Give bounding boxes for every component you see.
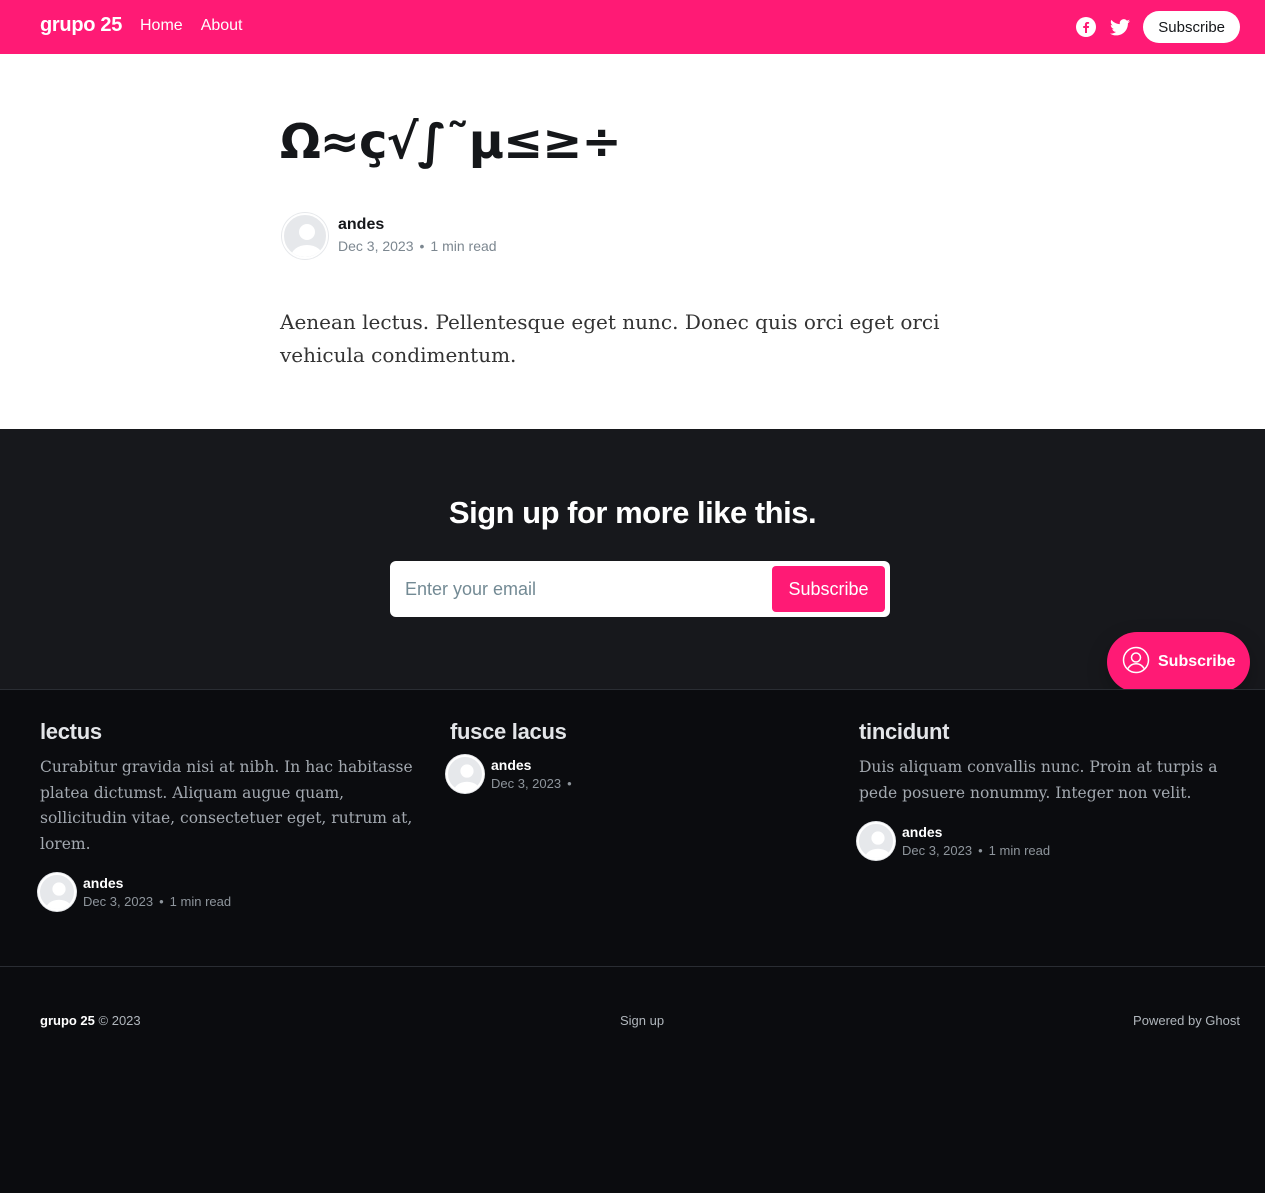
post-meta: Dec 3, 2023 • 1 min read: [338, 235, 497, 257]
author-avatar[interactable]: [857, 822, 895, 860]
author-avatar[interactable]: [282, 213, 328, 259]
post-card-excerpt: Duis aliquam convallis nunc. Proin at tu…: [859, 758, 1218, 802]
author-avatar[interactable]: [446, 755, 484, 793]
site-header: grupo 25 Home About Subscribe: [0, 0, 1265, 54]
post-date: Dec 3, 2023: [338, 238, 414, 254]
author-name[interactable]: andes: [902, 823, 1050, 841]
author-avatar[interactable]: [38, 873, 76, 911]
post-date: Dec 3, 2023: [491, 775, 562, 791]
byline-meta: andes Dec 3, 2023 • 1 min read: [338, 215, 497, 257]
byline-meta: andes Dec 3, 2023 • 1 min read: [83, 874, 231, 911]
header-subscribe-button[interactable]: Subscribe: [1143, 11, 1240, 43]
article-content: Aenean lectus. Pellentesque eget nunc. D…: [280, 310, 940, 367]
post-date: Dec 3, 2023: [902, 842, 973, 858]
site-footer: grupo 25 © 2023 Sign up Powered by Ghost: [0, 966, 1265, 1193]
footer-powered: Powered by Ghost: [1133, 1013, 1240, 1028]
post-card-byline: andes Dec 3, 2023 •: [446, 755, 835, 793]
read-time: 1 min read: [988, 842, 1051, 858]
meta-separator: •: [567, 775, 572, 791]
email-input[interactable]: [390, 561, 770, 617]
article: Ω≈ç√∫˜µ≤≥÷ andes Dec 3, 2023 • 1 min read …: [0, 54, 1265, 429]
post-card[interactable]: fusce lacus andes Dec 3, 2023 •: [446, 719, 835, 793]
portal-label: Subscribe: [1158, 653, 1236, 670]
author-name[interactable]: andes: [338, 215, 497, 235]
cta-subscribe-button[interactable]: Subscribe: [772, 566, 885, 612]
site-logo[interactable]: grupo 25: [40, 14, 122, 37]
post-card[interactable]: tincidunt Duis aliquam convallis nunc. P…: [857, 719, 1244, 860]
read-time: 1 min read: [169, 893, 232, 909]
main-nav: Home About: [140, 17, 243, 35]
header-actions: Subscribe: [1075, 11, 1240, 43]
post-card[interactable]: lectus Curabitur gravida nisi at nibh. I…: [38, 719, 425, 911]
nav-home-link[interactable]: Home: [140, 17, 183, 35]
article-title: Ω≈ç√∫˜µ≤≥÷: [280, 114, 622, 170]
powered-by-link[interactable]: Powered by Ghost: [1133, 1013, 1240, 1028]
footer-nav: Sign up: [0, 1013, 1265, 1028]
facebook-icon[interactable]: [1075, 16, 1097, 38]
byline-meta: andes Dec 3, 2023 •: [491, 756, 578, 793]
author-name[interactable]: andes: [491, 756, 578, 774]
post-card-byline: andes Dec 3, 2023 • 1 min read: [857, 822, 1244, 860]
cta-title: Sign up for more like this.: [448, 495, 817, 530]
meta-separator: •: [978, 842, 983, 858]
post-card-excerpt: Curabitur gravida nisi at nibh. In hac h…: [40, 758, 413, 853]
read-time: 1 min read: [430, 238, 497, 254]
post-meta: Dec 3, 2023 •: [491, 774, 578, 793]
meta-separator: •: [419, 238, 425, 254]
signup-cta: Sign up for more like this. Subscribe: [0, 429, 1265, 689]
related-posts: lectus Curabitur gravida nisi at nibh. I…: [0, 689, 1265, 967]
byline-meta: andes Dec 3, 2023 • 1 min read: [902, 823, 1050, 860]
post-card-byline: andes Dec 3, 2023 • 1 min read: [38, 873, 425, 911]
nav-about-link[interactable]: About: [201, 17, 243, 35]
meta-separator: •: [159, 893, 164, 909]
post-card-title[interactable]: lectus: [40, 719, 425, 745]
post-meta: Dec 3, 2023 • 1 min read: [83, 892, 231, 911]
signup-form: Subscribe: [390, 561, 890, 617]
post-card-title[interactable]: fusce lacus: [450, 719, 835, 745]
footer-signup-link[interactable]: Sign up: [620, 1013, 664, 1028]
twitter-icon[interactable]: [1109, 16, 1131, 38]
article-byline: andes Dec 3, 2023 • 1 min read: [282, 213, 497, 259]
post-meta: Dec 3, 2023 • 1 min read: [902, 841, 1050, 860]
post-date: Dec 3, 2023: [83, 893, 154, 909]
user-circle-icon: [1122, 646, 1150, 679]
post-card-title[interactable]: tincidunt: [859, 719, 1244, 745]
author-name[interactable]: andes: [83, 874, 231, 892]
portal-subscribe-button[interactable]: Subscribe: [1107, 632, 1250, 692]
